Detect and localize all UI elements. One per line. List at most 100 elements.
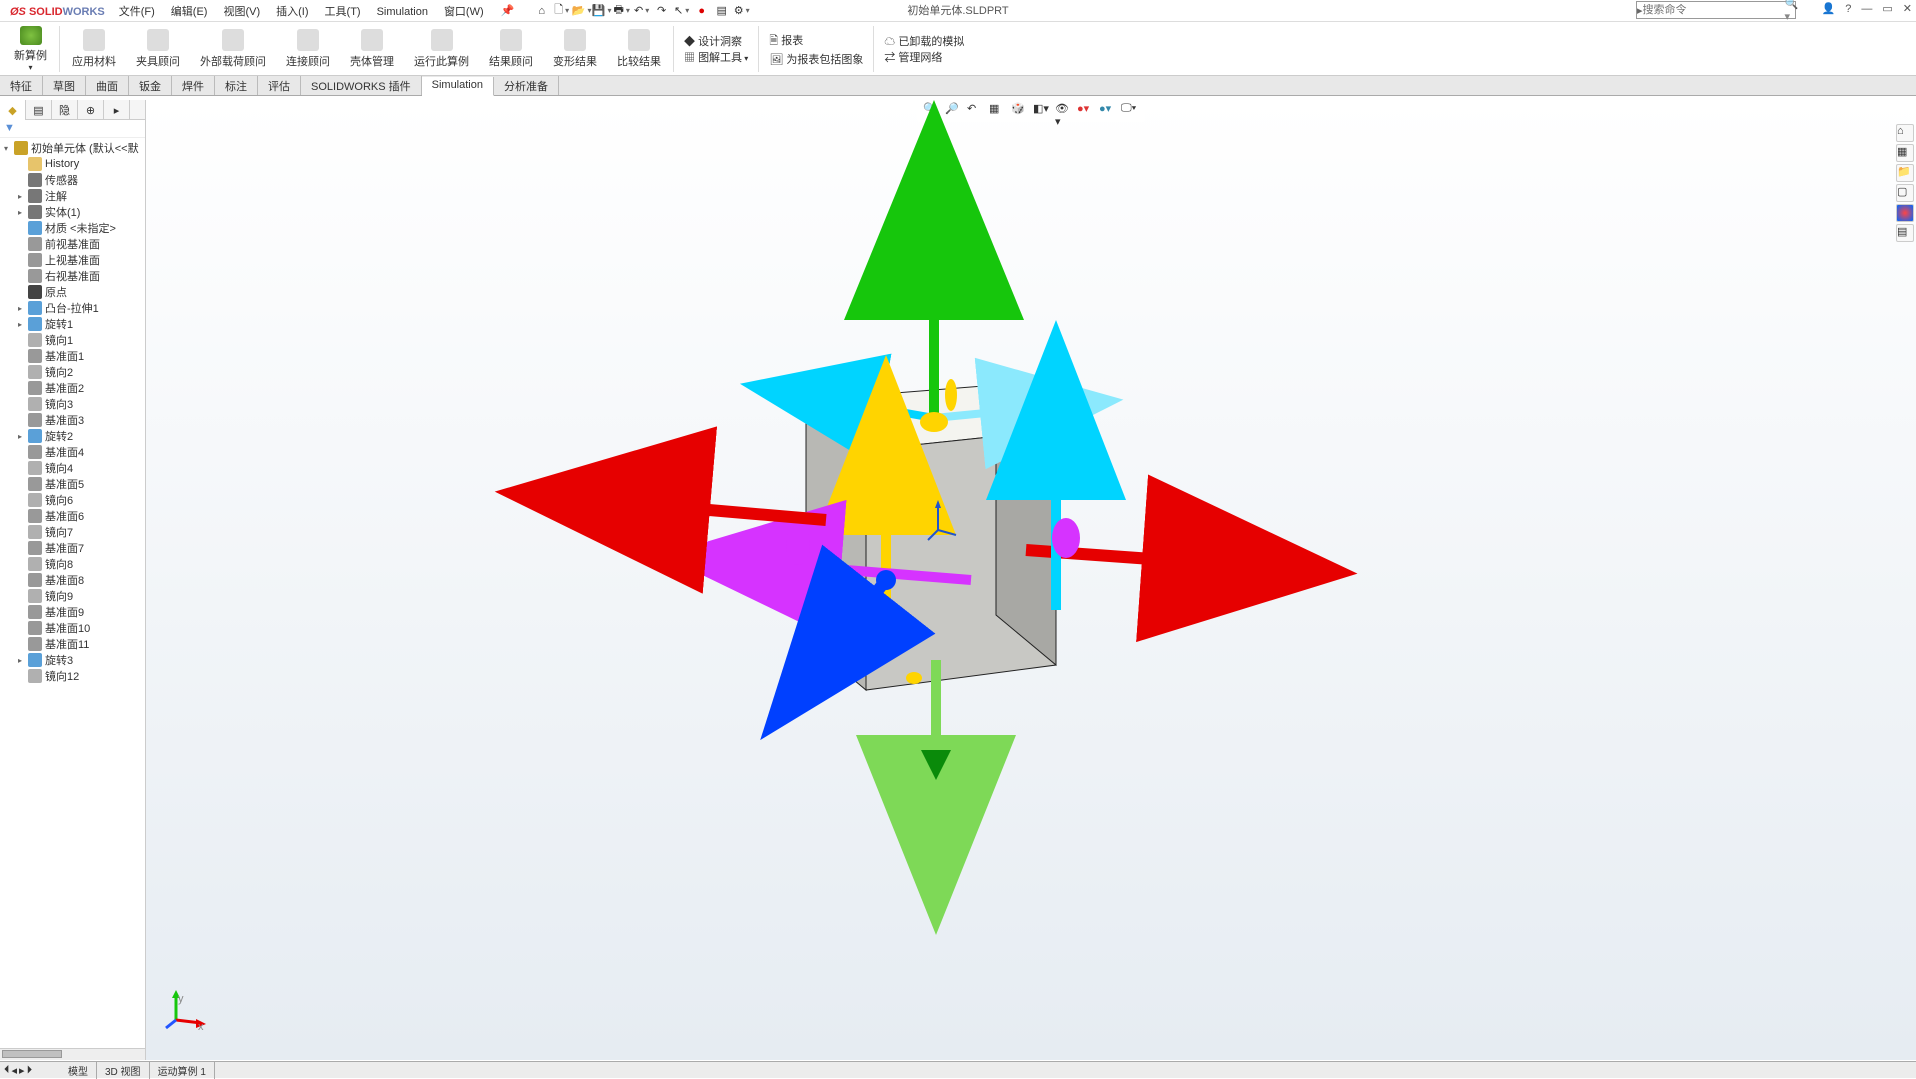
select-icon[interactable]: ↖ bbox=[674, 3, 690, 19]
tab-SOLIDWORKS 插件[interactable]: SOLIDWORKS 插件 bbox=[301, 76, 422, 95]
tree-item[interactable]: 镜向7 bbox=[0, 524, 145, 540]
tree-item[interactable]: 前视基准面 bbox=[0, 236, 145, 252]
tab-钣金[interactable]: 钣金 bbox=[129, 76, 172, 95]
tree-root[interactable]: ▾ 初始单元体 (默认<<默 bbox=[0, 140, 145, 156]
taskpane-view-pal-icon[interactable]: ▢ bbox=[1896, 184, 1914, 202]
tree-item[interactable]: 基准面5 bbox=[0, 476, 145, 492]
tree-item[interactable]: 基准面7 bbox=[0, 540, 145, 556]
edit-appear-icon[interactable]: ●▾ bbox=[1077, 102, 1095, 120]
menu-f[interactable]: 文件(F) bbox=[111, 4, 163, 20]
tree-item[interactable]: 镜向8 bbox=[0, 556, 145, 572]
fm-tab-property[interactable]: ▤ bbox=[26, 100, 52, 120]
view-orient-icon[interactable]: 🎲 bbox=[1011, 102, 1029, 120]
menu-i[interactable]: 插入(I) bbox=[268, 4, 316, 20]
ribbon-连接顾问[interactable]: 连接顾问 bbox=[276, 24, 340, 74]
tree-item[interactable]: 基准面1 bbox=[0, 348, 145, 364]
ribbon-结果顾问[interactable]: 结果顾问 bbox=[479, 24, 543, 74]
bottom-tab-0[interactable]: 模型 bbox=[60, 1062, 97, 1079]
tree-item[interactable]: 镜向4 bbox=[0, 460, 145, 476]
tree-item[interactable]: 基准面4 bbox=[0, 444, 145, 460]
tree-item[interactable]: ▸旋转1 bbox=[0, 316, 145, 332]
tree-item[interactable]: 镜向6 bbox=[0, 492, 145, 508]
menu-simulation[interactable]: Simulation bbox=[369, 4, 436, 20]
btab-nav-last[interactable]: ⏵ bbox=[27, 1064, 33, 1077]
home-icon[interactable]: ⌂ bbox=[534, 3, 550, 19]
btab-nav-prev[interactable]: ◂ bbox=[12, 1064, 18, 1077]
close-icon[interactable]: ✕ bbox=[1903, 2, 1912, 15]
ribbon-变形结果[interactable]: 变形结果 bbox=[543, 24, 607, 74]
report-button[interactable]: 🗎 报表 bbox=[769, 32, 863, 51]
taskpane-appear-icon[interactable] bbox=[1896, 204, 1914, 222]
user-icon[interactable]: 👤 bbox=[1822, 2, 1836, 15]
undo-icon[interactable]: ↶ bbox=[634, 3, 650, 19]
bottom-tab-1[interactable]: 3D 视图 bbox=[97, 1062, 150, 1079]
hide-show-icon[interactable]: 👁▾ bbox=[1055, 102, 1073, 120]
tree-item[interactable]: 基准面6 bbox=[0, 508, 145, 524]
new-study-button[interactable]: 新算例▾ bbox=[4, 24, 57, 74]
ribbon-壳体管理[interactable]: 壳体管理 bbox=[340, 24, 404, 74]
plot-tools-button[interactable]: ▦ 图解工具 ▾ bbox=[684, 49, 748, 65]
graphics-viewport[interactable]: 🔍 🔎 ↶ ▦ 🎲 ◧▾ 👁▾ ●▾ ●▾ 🖵▾ bbox=[146, 100, 1916, 1060]
tree-item[interactable]: 基准面8 bbox=[0, 572, 145, 588]
menu-e[interactable]: 编辑(E) bbox=[163, 4, 216, 20]
tree-item[interactable]: 镜向1 bbox=[0, 332, 145, 348]
tree-item[interactable]: 基准面10 bbox=[0, 620, 145, 636]
ribbon-外部载荷顾问[interactable]: 外部载荷顾问 bbox=[190, 24, 276, 74]
help-icon[interactable]: ? bbox=[1845, 3, 1851, 15]
pin-icon[interactable]: 📌 bbox=[500, 3, 516, 19]
minimize-icon[interactable]: — bbox=[1861, 3, 1872, 15]
tree-item[interactable]: 原点 bbox=[0, 284, 145, 300]
tree-item[interactable]: 镜向12 bbox=[0, 668, 145, 684]
zoom-area-icon[interactable]: 🔎 bbox=[945, 102, 963, 120]
manage-network-button[interactable]: ⇄ 管理网络 bbox=[884, 49, 964, 65]
taskpane-home-icon[interactable]: ⌂ bbox=[1896, 124, 1914, 142]
redo-icon[interactable]: ↷ bbox=[654, 3, 670, 19]
maximize-icon[interactable]: ▭ bbox=[1882, 2, 1892, 15]
btab-nav-next[interactable]: ▸ bbox=[19, 1064, 25, 1077]
display-style-icon[interactable]: ◧▾ bbox=[1033, 102, 1051, 120]
ribbon-比较结果[interactable]: 比较结果 bbox=[607, 24, 671, 74]
tree-item[interactable]: 镜向2 bbox=[0, 364, 145, 380]
tab-草图[interactable]: 草图 bbox=[43, 76, 86, 95]
options-icon[interactable]: ▤ bbox=[714, 3, 730, 19]
tree-item[interactable]: 右视基准面 bbox=[0, 268, 145, 284]
menu-v[interactable]: 视图(V) bbox=[215, 4, 268, 20]
tree-item[interactable]: History bbox=[0, 156, 145, 172]
fm-tab-dim[interactable]: ⊕ bbox=[78, 100, 104, 120]
tree-item[interactable]: ▸凸台-拉伸1 bbox=[0, 300, 145, 316]
tree-item[interactable]: 镜向9 bbox=[0, 588, 145, 604]
fm-filter[interactable]: ▼ bbox=[0, 120, 145, 138]
tree-item[interactable]: 基准面11 bbox=[0, 636, 145, 652]
search-commands[interactable]: ▸ 🔍▾ bbox=[1636, 1, 1796, 19]
taskpane-design-lib-icon[interactable]: ▦ bbox=[1896, 144, 1914, 162]
tab-评估[interactable]: 评估 bbox=[258, 76, 301, 95]
tree-item[interactable]: 镜向3 bbox=[0, 396, 145, 412]
menu-w[interactable]: 窗口(W) bbox=[436, 4, 492, 20]
tree-item[interactable]: 基准面3 bbox=[0, 412, 145, 428]
offloaded-sim-button[interactable]: ☁ 已卸载的模拟 bbox=[884, 33, 964, 49]
ribbon-夹具顾问[interactable]: 夹具顾问 bbox=[126, 24, 190, 74]
tab-分析准备[interactable]: 分析准备 bbox=[494, 76, 559, 95]
tab-焊件[interactable]: 焊件 bbox=[172, 76, 215, 95]
design-insight-button[interactable]: ◆ 设计洞察 bbox=[684, 33, 748, 49]
btab-nav-first[interactable]: ⏴ bbox=[4, 1064, 10, 1077]
prev-view-icon[interactable]: ↶ bbox=[967, 102, 985, 120]
ribbon-应用材料[interactable]: 应用材料 bbox=[62, 24, 126, 74]
tab-Simulation[interactable]: Simulation bbox=[422, 77, 494, 96]
tab-标注[interactable]: 标注 bbox=[215, 76, 258, 95]
taskpane-file-exp-icon[interactable]: 📁 bbox=[1896, 164, 1914, 182]
section-view-icon[interactable]: ▦ bbox=[989, 102, 1007, 120]
tree-item[interactable]: 材质 <未指定> bbox=[0, 220, 145, 236]
open-doc-icon[interactable]: 📂 bbox=[574, 3, 590, 19]
zoom-fit-icon[interactable]: 🔍 bbox=[923, 102, 941, 120]
taskpane-custom-icon[interactable]: ▤ bbox=[1896, 224, 1914, 242]
tree-item[interactable]: ▸实体(1) bbox=[0, 204, 145, 220]
fm-hscroll[interactable] bbox=[0, 1048, 145, 1060]
view-settings-icon[interactable]: 🖵▾ bbox=[1121, 102, 1139, 120]
apply-scene-icon[interactable]: ●▾ bbox=[1099, 102, 1117, 120]
search-input[interactable] bbox=[1643, 4, 1785, 16]
tree-item[interactable]: 基准面9 bbox=[0, 604, 145, 620]
include-image-button[interactable]: 🖼 为报表包括图象 bbox=[769, 51, 863, 67]
tab-特征[interactable]: 特征 bbox=[0, 76, 43, 95]
tree-item[interactable]: 基准面2 bbox=[0, 380, 145, 396]
